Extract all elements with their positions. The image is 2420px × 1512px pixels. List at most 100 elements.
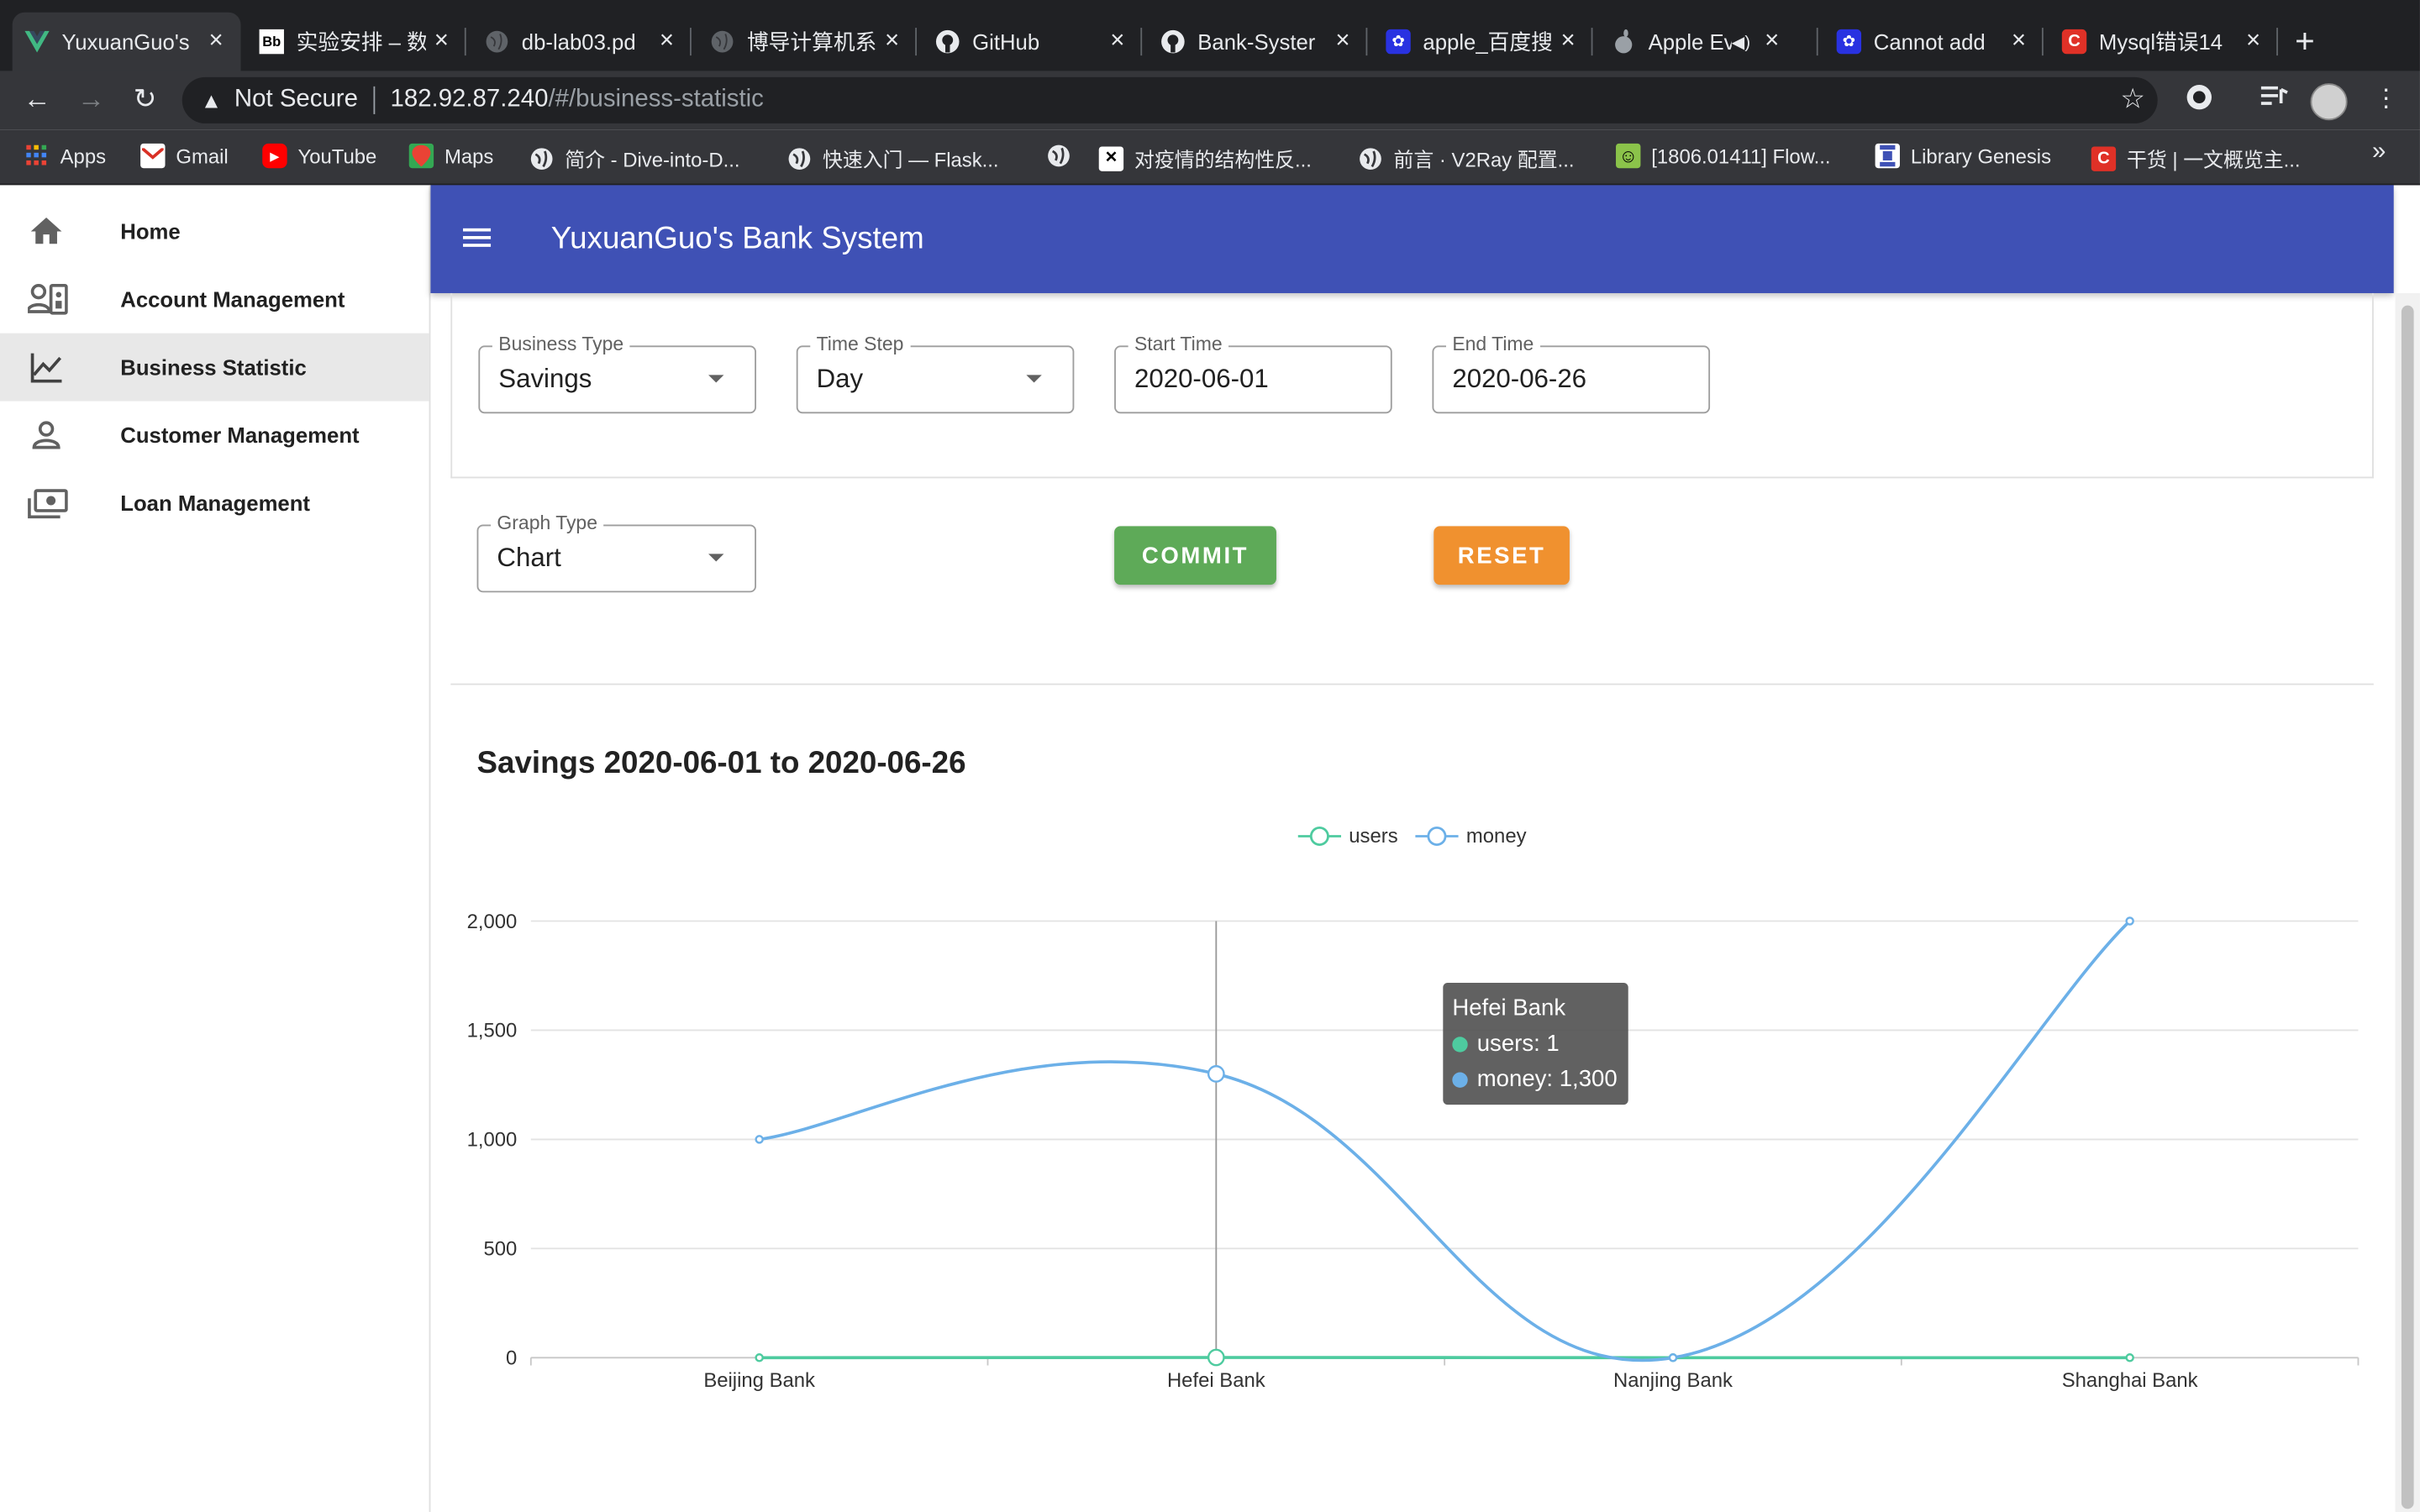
- tab-close-icon[interactable]: ×: [2003, 28, 2034, 55]
- media-queue-icon[interactable]: [2260, 83, 2289, 116]
- baidu-paw-icon: ✿: [1836, 29, 1862, 55]
- speaker-icon[interactable]: ◀): [1732, 32, 1750, 51]
- sidebar-item-account-management[interactable]: Account Management: [0, 265, 429, 333]
- y-tick-label: 1,000: [467, 1129, 518, 1152]
- end-time-value[interactable]: 2020-06-26: [1452, 364, 1586, 395]
- reload-icon[interactable]: ↻: [127, 81, 164, 118]
- sidebar-item-customer-management[interactable]: Customer Management: [0, 402, 429, 470]
- browser-tab-strip: YuxuanGuo's × Bb 实验安排 – 数 × db-lab03.pd …: [0, 0, 2420, 71]
- bookmark-apps[interactable]: Apps: [24, 144, 106, 168]
- browser-tab[interactable]: ✿ apple_百度搜 ×: [1374, 13, 1593, 71]
- tab-close-icon[interactable]: ×: [651, 28, 682, 55]
- maps-icon: [408, 143, 434, 169]
- new-tab-button[interactable]: +: [2295, 22, 2315, 62]
- chart-line-icon: [28, 349, 65, 386]
- app-title: YuxuanGuo's Bank System: [550, 222, 924, 256]
- legend-item-users[interactable]: users: [1297, 824, 1398, 847]
- tab-close-icon[interactable]: ×: [201, 28, 232, 55]
- bookmarks-bar: Apps Gmail ▶ YouTube Maps 简介 - Dive-into…: [0, 129, 2420, 186]
- browser-tab[interactable]: 博导计算机系 ×: [697, 13, 917, 71]
- back-arrow-icon[interactable]: ←: [18, 81, 55, 118]
- end-time-label: End Time: [1445, 333, 1540, 355]
- bookmark-youtube[interactable]: ▶ YouTube: [262, 143, 376, 169]
- graph-type-select[interactable]: Graph Type Chart: [476, 512, 756, 593]
- bookmark-gmail[interactable]: Gmail: [140, 143, 229, 169]
- scrollbar-thumb[interactable]: [2401, 305, 2414, 1509]
- tooltip-money-text: money: 1,300: [1476, 1066, 1618, 1093]
- sidebar-item-label: Home: [120, 218, 181, 244]
- person-icon: [28, 417, 65, 454]
- y-tick-label: 1,500: [467, 1020, 518, 1042]
- browser-tab[interactable]: Bb 实验安排 – 数 ×: [247, 13, 466, 71]
- bookmark-pandemic[interactable]: ✕ 对疫情的结构性反...: [1098, 144, 1312, 173]
- tab-title: apple_百度搜: [1423, 29, 1553, 55]
- bookmark-maps[interactable]: Maps: [408, 143, 493, 169]
- bookmark-star-icon[interactable]: ☆: [2120, 83, 2145, 116]
- globe-icon: [529, 146, 554, 171]
- browser-tab[interactable]: GitHub ×: [923, 13, 1143, 71]
- tab-separator: [1591, 28, 1593, 56]
- browser-tab[interactable]: db-lab03.pd ×: [472, 13, 692, 71]
- sidebar-item-loan-management[interactable]: Loan Management: [0, 469, 429, 537]
- url-host[interactable]: 182.92.87.240: [391, 87, 549, 114]
- browser-tab[interactable]: C Mysql错误14 ×: [2049, 13, 2278, 71]
- url-path[interactable]: /#/business-statistic: [548, 87, 763, 114]
- browser-tab-active[interactable]: YuxuanGuo's ×: [12, 12, 241, 71]
- bookmark-v2ray[interactable]: 前言 · V2Ray 配置...: [1358, 144, 1574, 173]
- page-scrollbar[interactable]: [2395, 292, 2420, 1512]
- extension-record-icon[interactable]: [2186, 83, 2213, 118]
- bookmark-label: 前言 · V2Ray 配置...: [1393, 148, 1575, 171]
- sidebar: Home Account Management Business Statist…: [0, 185, 431, 1512]
- bookmark-flask[interactable]: 快速入门 — Flask...: [787, 144, 999, 173]
- bookmark-label: 干货 | 一文概览主...: [2126, 148, 2301, 171]
- bookmark-label: [1806.01411] Flow...: [1651, 144, 1831, 168]
- business-type-select[interactable]: Business Type Savings: [478, 333, 756, 414]
- start-time-value[interactable]: 2020-06-01: [1134, 364, 1269, 395]
- warning-triangle-icon[interactable]: ▲: [201, 88, 222, 113]
- tab-close-icon[interactable]: ×: [876, 28, 908, 55]
- browser-tab[interactable]: Apple Ev ◀) ×: [1599, 13, 1818, 71]
- legend-item-money[interactable]: money: [1415, 824, 1527, 847]
- kebab-menu-icon[interactable]: ⋮: [2374, 83, 2398, 114]
- legend-swatch-money: [1415, 826, 1459, 846]
- tab-close-icon[interactable]: ×: [1756, 28, 1787, 55]
- tab-close-icon[interactable]: ×: [2238, 28, 2269, 55]
- profile-avatar[interactable]: [2310, 83, 2348, 121]
- tooltip-users-text: users: 1: [1476, 1030, 1560, 1058]
- bookmark-csdn[interactable]: C 干货 | 一文概览主...: [2091, 144, 2301, 173]
- tab-close-icon[interactable]: ×: [1553, 28, 1584, 55]
- browser-tab[interactable]: Bank-Syster ×: [1149, 13, 1368, 71]
- tab-close-icon[interactable]: ×: [426, 28, 457, 55]
- tab-title: db-lab03.pd: [521, 29, 636, 55]
- more-bookmarks-chevron[interactable]: »: [2372, 139, 2386, 166]
- sidebar-item-business-statistic[interactable]: Business Statistic: [0, 333, 429, 402]
- time-step-select[interactable]: Time Step Day: [796, 333, 1075, 414]
- start-time-field[interactable]: Start Time 2020-06-01: [1114, 333, 1392, 414]
- tab-close-icon[interactable]: ×: [1102, 28, 1133, 55]
- tab-close-icon[interactable]: ×: [1328, 28, 1359, 55]
- github-icon: [935, 29, 960, 54]
- bookmark-label: 对疫情的结构性反...: [1134, 148, 1312, 171]
- line-chart[interactable]: 0 500 1,000 1,500 2,000 Beijing Bank Hefei Ban…: [432, 864, 2376, 1420]
- bookmark-dive-into-dl[interactable]: 简介 - Dive-into-D...: [529, 144, 740, 173]
- end-time-field[interactable]: End Time 2020-06-26: [1432, 333, 1711, 414]
- sidebar-item-home[interactable]: Home: [0, 197, 429, 265]
- bookmark-globe[interactable]: [1046, 144, 1081, 168]
- commit-button[interactable]: COMMIT: [1114, 526, 1276, 585]
- data-point-users: [2125, 1353, 2134, 1362]
- bookmark-library-genesis[interactable]: Library Genesis: [1875, 143, 2051, 169]
- forward-arrow-icon[interactable]: →: [72, 81, 109, 118]
- csdn-logo-icon: C: [2061, 29, 2087, 55]
- address-divider: [373, 86, 376, 114]
- address-bar[interactable]: ▲ Not Secure 182.92.87.240/#/business-st…: [182, 76, 2158, 123]
- browser-toolbar: ← → ↻ ▲ Not Secure 182.92.87.240/#/busin…: [0, 71, 2420, 130]
- tab-separator: [690, 28, 692, 56]
- reset-button[interactable]: RESET: [1434, 526, 1570, 585]
- cash-icon: [28, 485, 68, 522]
- hamburger-menu-icon[interactable]: [458, 219, 495, 256]
- tab-separator: [2276, 28, 2278, 56]
- bookmark-arxiv[interactable]: ☺ [1806.01411] Flow...: [1616, 143, 1831, 169]
- security-label[interactable]: Not Secure: [234, 87, 358, 114]
- browser-tab[interactable]: ✿ Cannot add ×: [1824, 13, 2044, 71]
- tab-separator: [1816, 28, 1818, 56]
